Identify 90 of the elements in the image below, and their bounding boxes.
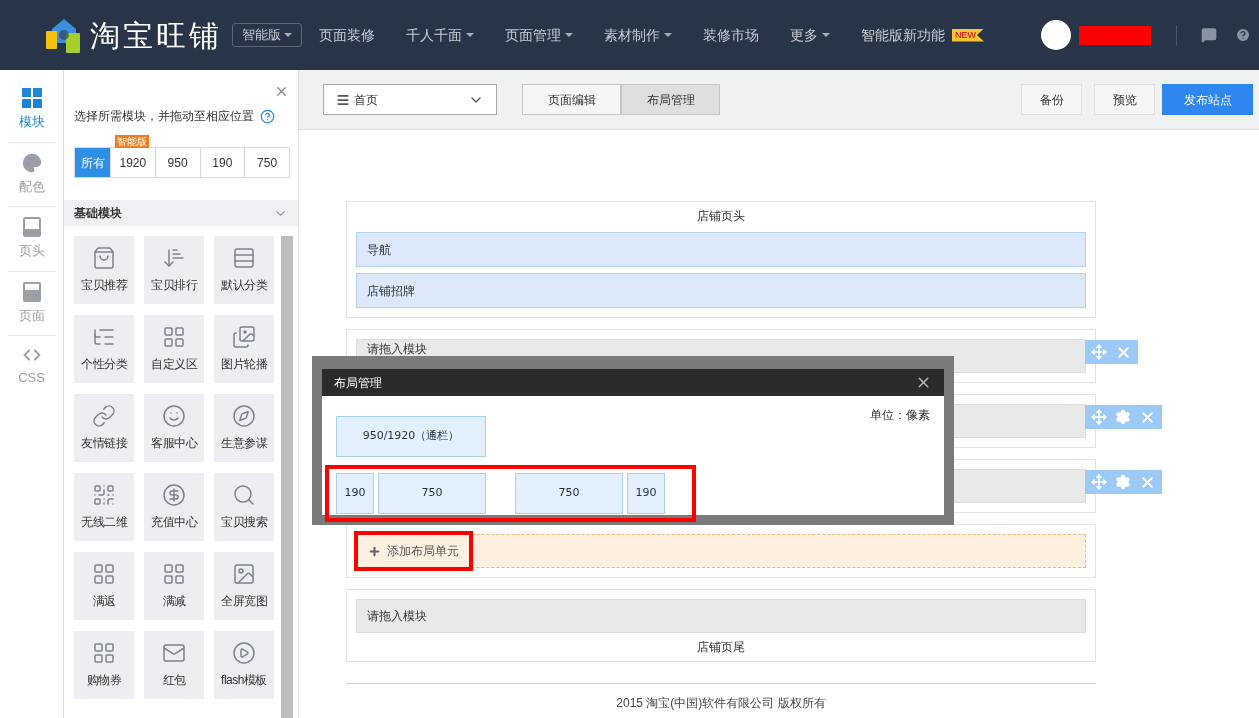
compass-icon [232, 404, 256, 428]
redacted-name [1079, 25, 1151, 45]
edition-dropdown[interactable]: 智能版 [232, 23, 302, 47]
scrollbar[interactable] [281, 236, 293, 718]
nav-link[interactable]: 页面装修 [319, 24, 375, 46]
rows-icon [232, 246, 256, 270]
grid-icon [162, 562, 186, 586]
module-tile[interactable]: 购物券 [74, 631, 134, 699]
module-tile[interactable]: 友情链接 [74, 394, 134, 462]
layout-row[interactable]: 950/1920（通栏） [325, 408, 497, 465]
unit-label: 单位：像素 [870, 407, 930, 424]
dialog-title: 布局管理 [334, 374, 382, 392]
caret-icon [284, 33, 292, 37]
images-icon [232, 325, 256, 349]
grid-icon [162, 325, 186, 349]
module-tile[interactable]: 图片轮播 [214, 315, 274, 383]
close-icon[interactable] [274, 84, 289, 99]
qr-code-icon [92, 483, 116, 507]
module-tile[interactable]: 生意参谋 [214, 394, 274, 462]
module-tile[interactable]: 全屏宽图 [214, 552, 274, 620]
play-icon [232, 641, 256, 665]
nav-link[interactable]: 智能版新功能 NEW [861, 24, 984, 46]
move-icon[interactable] [1091, 474, 1107, 490]
nav-link[interactable]: 千人千面 [406, 24, 474, 46]
sort-icon [162, 246, 186, 270]
module-tile[interactable]: 宝贝搜索 [214, 473, 274, 541]
menu-icon [336, 92, 350, 107]
nav-link[interactable]: 装修市场 [703, 24, 759, 46]
dollar-icon [162, 483, 186, 507]
module-tile[interactable]: 满返 [74, 552, 134, 620]
layout-unit[interactable]: 950/1920（通栏） [336, 416, 486, 457]
module-tile[interactable]: 宝贝推荐 [74, 236, 134, 304]
module-row[interactable]: 店铺招牌 [356, 273, 1086, 308]
module-tile[interactable]: flash模板 [214, 631, 274, 699]
nav-link[interactable]: 更多 [790, 24, 830, 46]
palette-icon [21, 152, 42, 173]
image-icon [232, 562, 256, 586]
logo-text: 淘宝旺铺 [90, 17, 222, 54]
module-tile[interactable]: 红包 [144, 631, 204, 699]
move-icon[interactable] [1091, 344, 1107, 360]
envelope-icon [162, 641, 186, 665]
toolbar-button[interactable]: 备份 [1021, 84, 1082, 115]
nav-link[interactable]: 素材制作 [604, 24, 672, 46]
view-tab[interactable]: 布局管理 [621, 84, 720, 115]
nav-link[interactable]: 页面管理 [505, 24, 573, 46]
settings-icon[interactable] [1115, 409, 1131, 425]
help-icon[interactable] [1235, 27, 1251, 43]
bag-icon [92, 246, 116, 270]
module-tile[interactable]: 宝贝排行 [144, 236, 204, 304]
smiley-icon [162, 404, 186, 428]
page-select[interactable]: 首页 [323, 84, 497, 115]
grid-icon [92, 641, 116, 665]
toolbar-button[interactable]: 预览 [1094, 84, 1155, 115]
add-layout-button[interactable]: 添加布局单元 [354, 531, 473, 571]
module-row[interactable]: 导航 [356, 232, 1086, 267]
chat-icon[interactable] [1201, 27, 1217, 43]
edition-badge: 智能版 [115, 135, 150, 148]
layout-unit[interactable]: 190 [627, 473, 665, 514]
highlighted-layout-row[interactable]: 190 750 750 190 [325, 465, 696, 522]
link-icon [92, 404, 116, 428]
layout-unit[interactable]: 190 [336, 473, 374, 514]
search-icon [232, 483, 256, 507]
module-tile[interactable]: 个性分类 [74, 315, 134, 383]
module-tile[interactable]: 客服中心 [144, 394, 204, 462]
block-title: 店铺页头 [696, 208, 746, 225]
module-tile[interactable]: 自定义区 [144, 315, 204, 383]
instruction-text: 选择所需模块，并拖动至相应位置 [74, 108, 254, 125]
drop-slot: 请拖入模块 [356, 599, 1086, 633]
page-layout-icon [22, 281, 41, 302]
module-tile[interactable]: 充值中心 [144, 473, 204, 541]
layout-unit[interactable]: 750 [378, 473, 486, 514]
new-badge: NEW [952, 28, 984, 42]
section-header[interactable]: 基础模块 [64, 200, 298, 226]
avatar[interactable] [1041, 20, 1071, 50]
move-icon[interactable] [1091, 409, 1107, 425]
module-tile[interactable]: 无线二维 [74, 473, 134, 541]
block-title: 店铺页尾 [696, 639, 746, 656]
layout-unit[interactable]: 750 [515, 473, 623, 514]
module-tile[interactable]: 满减 [144, 552, 204, 620]
header-layout-icon [22, 217, 41, 237]
publish-button[interactable]: 发布站点 [1162, 84, 1253, 115]
copyright-text: 2015 淘宝(中国)软件有限公司 版权所有 [616, 696, 826, 710]
settings-icon[interactable] [1115, 474, 1131, 490]
grid-icon [92, 562, 116, 586]
rail-tab[interactable]: 模块 [3, 86, 60, 134]
help-icon[interactable] [260, 108, 275, 124]
plus-icon [368, 544, 381, 558]
view-tab[interactable]: 页面编辑 [522, 84, 621, 115]
grid-icon [21, 88, 42, 108]
module-tile[interactable]: 默认分类 [214, 236, 274, 304]
